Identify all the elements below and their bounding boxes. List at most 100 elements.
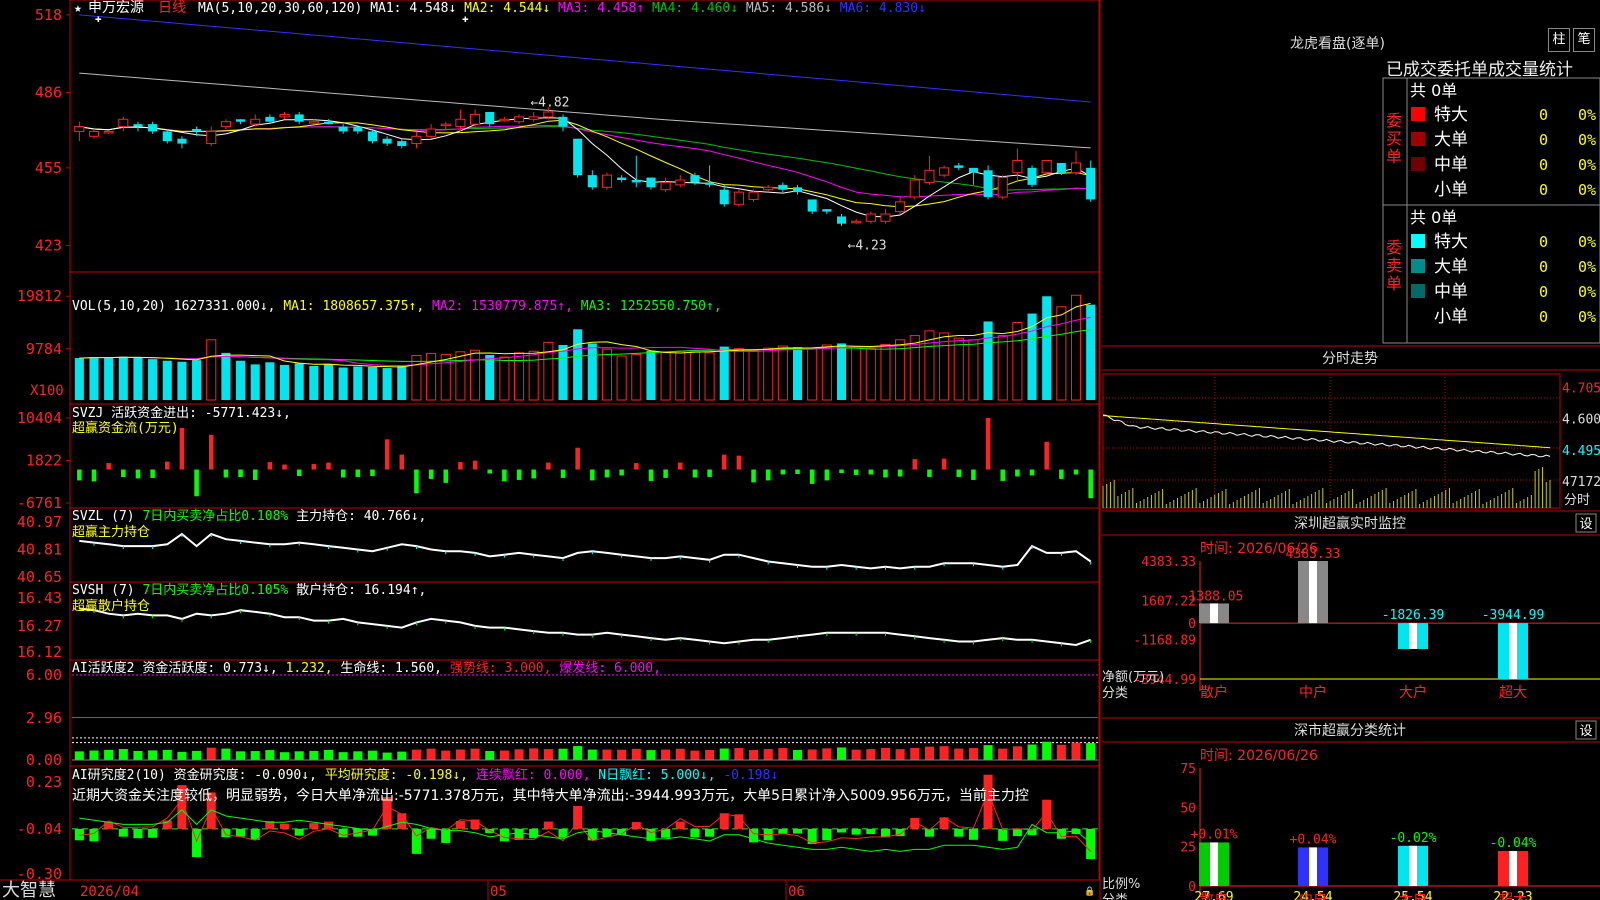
stock-chart-canvas[interactable]: 518486455423←4.82←4.23★ 申万宏源 日线 MA(5,10,20,… bbox=[0, 0, 1600, 900]
fund-flow-bar bbox=[677, 462, 683, 470]
candle-body bbox=[220, 121, 231, 128]
ma-line bbox=[79, 14, 1091, 103]
candle-body bbox=[690, 175, 700, 183]
x-axis-label: 2026/04 bbox=[80, 884, 139, 900]
y-tick-label: 486 bbox=[35, 84, 62, 102]
sz-class-bar-change: +0.01% bbox=[1191, 827, 1238, 842]
fund-flow-bar bbox=[927, 469, 932, 477]
activity-bar bbox=[1071, 742, 1081, 760]
buy-label: 买 bbox=[1386, 129, 1402, 148]
fund-flow-bar bbox=[443, 469, 449, 483]
fund-flow-bar bbox=[590, 469, 595, 481]
intraday-x-label: 分时 bbox=[1564, 493, 1590, 508]
activity-bar bbox=[514, 749, 524, 760]
brand-logo: 大智慧 bbox=[2, 880, 56, 900]
activity-bar bbox=[221, 748, 231, 760]
research-bar bbox=[411, 828, 421, 854]
candle-body bbox=[470, 113, 481, 125]
candle-body bbox=[397, 141, 407, 146]
volume-bar bbox=[367, 367, 378, 400]
activity-bar bbox=[573, 746, 583, 760]
fund-flow-bar bbox=[795, 469, 800, 474]
volume-bar bbox=[924, 330, 935, 401]
fund-flow-bar bbox=[619, 469, 624, 476]
volume-bar bbox=[880, 343, 891, 401]
retail-holding-line bbox=[79, 607, 1092, 647]
sz-class-bar-change: -0.02% bbox=[1390, 831, 1437, 846]
candle-body bbox=[763, 186, 774, 191]
activity-bar bbox=[118, 749, 128, 760]
x-axis-label: 05 bbox=[490, 884, 507, 900]
activity-bar bbox=[646, 750, 656, 760]
fund-flow-bar bbox=[135, 469, 141, 479]
activity-bar bbox=[265, 750, 275, 760]
fund-flow-bar bbox=[502, 469, 507, 482]
sz-monitor-bar-label: 4383.33 bbox=[1286, 547, 1341, 562]
fund-flow-bar bbox=[736, 455, 742, 470]
activity-bar bbox=[631, 748, 641, 760]
research-bar bbox=[1056, 828, 1066, 839]
volume-bar bbox=[250, 364, 260, 400]
sz-class-time: 时间: 2026/06/26 bbox=[1200, 748, 1318, 764]
activity-bar bbox=[485, 750, 495, 760]
activity-bar bbox=[880, 747, 891, 760]
y-tick-label: 6.00 bbox=[26, 666, 62, 684]
volume-bar bbox=[397, 365, 407, 400]
candle-body bbox=[617, 177, 627, 180]
activity-bar bbox=[690, 750, 700, 760]
marker-icon: ✚ bbox=[95, 12, 102, 25]
star-icon: ★ bbox=[74, 1, 82, 16]
y-tick-label: 40.81 bbox=[17, 541, 62, 559]
intraday-vol-label: 47172 bbox=[1562, 475, 1600, 490]
candle-body bbox=[1086, 167, 1096, 200]
tab-tick-button[interactable]: 笔 bbox=[1573, 28, 1595, 52]
sz-class-bar-change: +0.04% bbox=[1290, 832, 1337, 847]
fund-flow-bar bbox=[164, 461, 170, 470]
buy-label: 单 bbox=[1386, 147, 1402, 166]
volume-bar bbox=[660, 351, 671, 401]
candle-body bbox=[748, 191, 759, 200]
activity-bar bbox=[236, 751, 246, 760]
research-bar bbox=[221, 828, 231, 838]
volume-bar bbox=[294, 363, 304, 400]
candle-body bbox=[587, 175, 597, 188]
intraday-price-label: 4.600 bbox=[1562, 413, 1600, 428]
sz-class-bar-highlight bbox=[1309, 847, 1317, 886]
sell-row-name: 大单 bbox=[1434, 257, 1468, 277]
activity-bar bbox=[338, 752, 348, 760]
candle-body bbox=[895, 201, 906, 213]
y-tick-label: 40.65 bbox=[17, 568, 62, 586]
candle-body bbox=[909, 179, 920, 198]
candle-body bbox=[807, 199, 817, 212]
sell-swatch bbox=[1411, 234, 1425, 248]
research-bar bbox=[309, 823, 319, 829]
research-bar bbox=[236, 828, 246, 837]
candle-body bbox=[822, 209, 832, 212]
fund-flow-bar bbox=[194, 469, 199, 497]
low-note: ←4.23 bbox=[848, 239, 887, 254]
candle-body bbox=[148, 124, 158, 132]
candle-body bbox=[601, 174, 613, 188]
intraday-avg-line bbox=[1102, 415, 1551, 449]
tab-bar-button[interactable]: 柱 bbox=[1548, 28, 1570, 52]
volume-bar bbox=[104, 357, 114, 400]
candle-body bbox=[177, 138, 187, 144]
volume-bar bbox=[1086, 304, 1096, 400]
buy-row-pct: 0% bbox=[1578, 181, 1596, 199]
sell-swatch bbox=[1411, 284, 1425, 298]
sz-monitor-bar-highlight bbox=[1210, 603, 1218, 624]
y-tick-label: 16.27 bbox=[17, 617, 62, 635]
y-tick-label: 19812 bbox=[17, 287, 62, 305]
main-holding-line bbox=[79, 532, 1092, 570]
sz-monitor-bar-label: -1826.39 bbox=[1382, 608, 1445, 623]
sz-class-y-label: 比例% bbox=[1102, 877, 1140, 892]
fund-flow-bar bbox=[252, 469, 258, 480]
candle-body bbox=[558, 116, 568, 127]
buy-row-name: 小单 bbox=[1434, 180, 1468, 200]
vol-unit-label: X100 bbox=[30, 383, 64, 399]
fund-flow-bar bbox=[560, 469, 566, 478]
sell-row-count: 0 bbox=[1539, 258, 1548, 276]
volume-bar bbox=[118, 356, 128, 400]
fund-flow-bar bbox=[897, 469, 903, 477]
candle-body bbox=[968, 167, 978, 173]
